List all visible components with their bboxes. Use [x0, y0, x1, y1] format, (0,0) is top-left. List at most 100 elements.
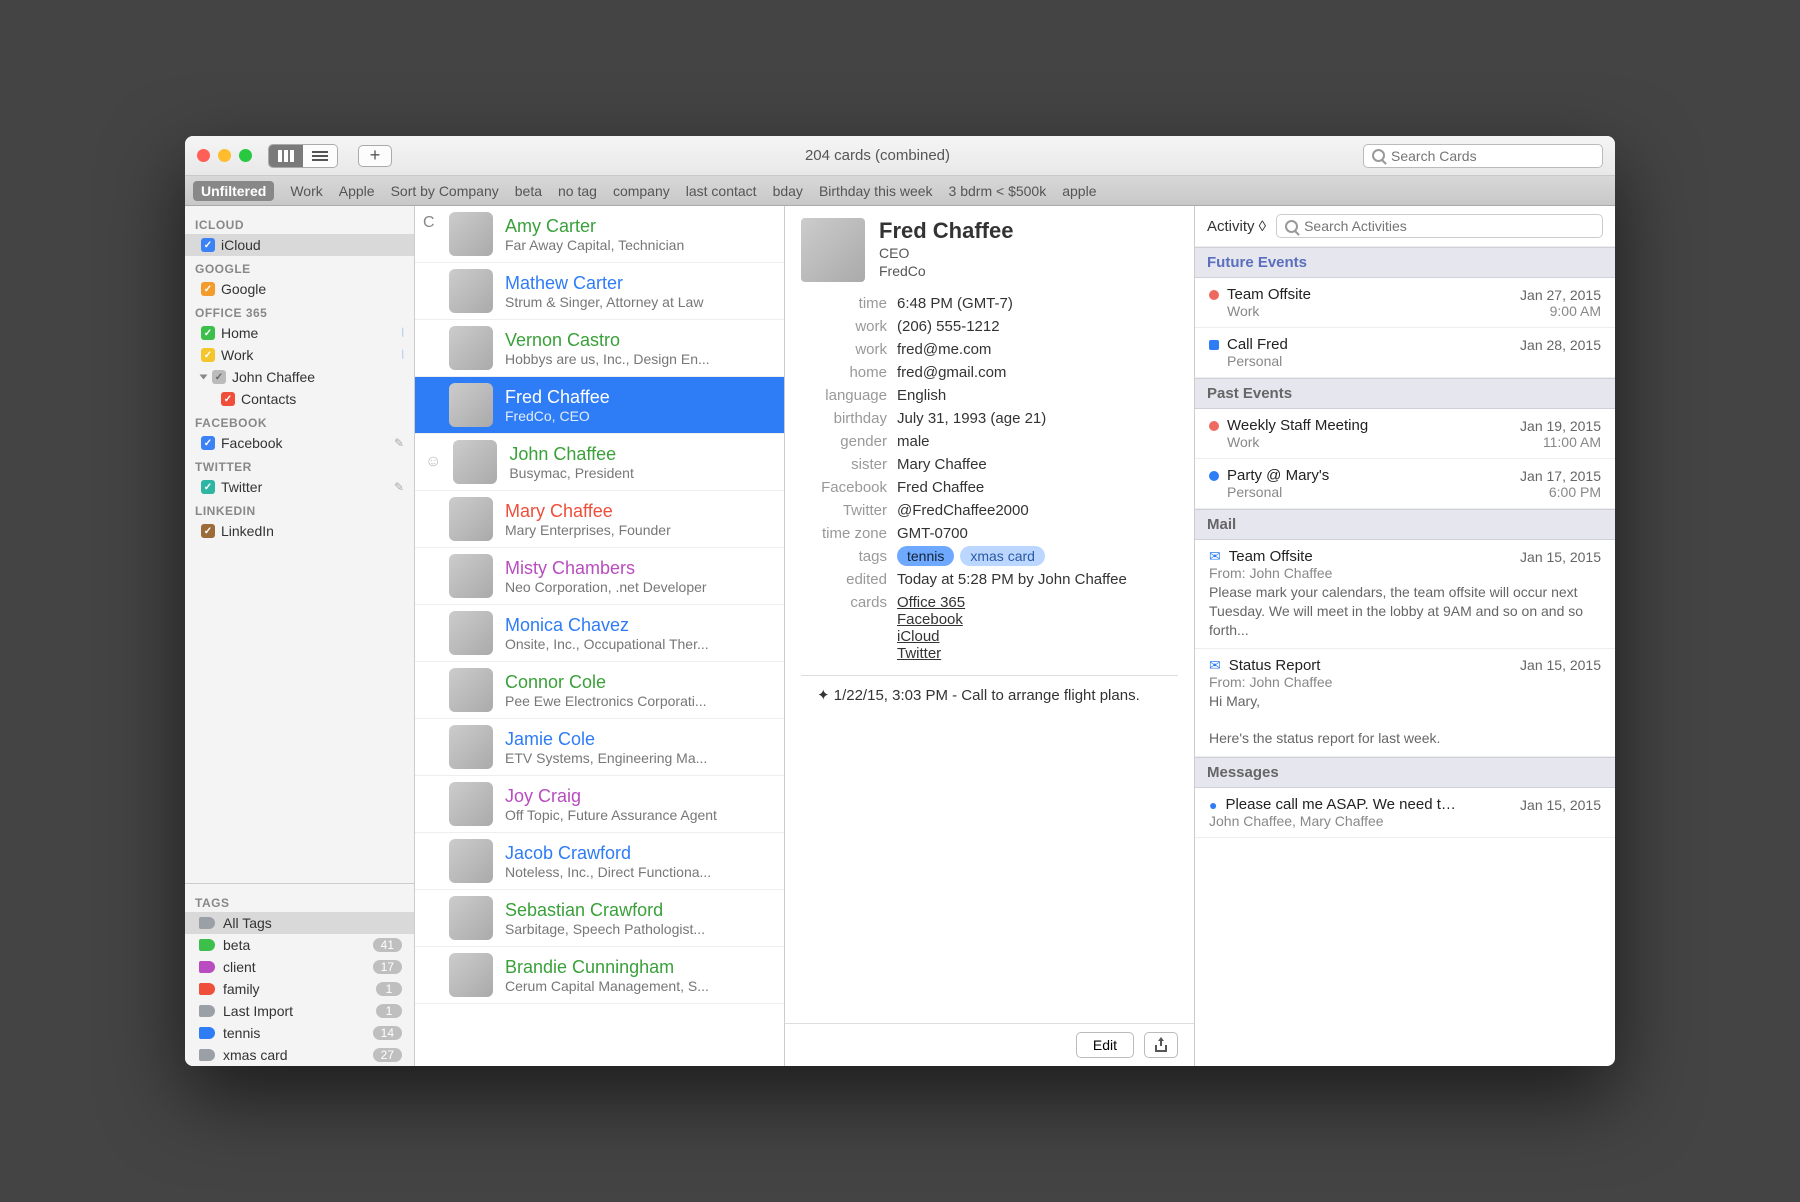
columns-view-button[interactable] — [269, 145, 303, 167]
contact-row[interactable]: Misty ChambersNeo Corporation, .net Deve… — [415, 548, 784, 605]
checkbox-icon[interactable] — [221, 392, 235, 406]
zoom-icon[interactable] — [239, 149, 252, 162]
card-link[interactable]: Twitter — [897, 645, 941, 662]
tag-xmas-card[interactable]: xmas card27 — [185, 1044, 414, 1066]
filter-sort-by-company[interactable]: Sort by Company — [391, 183, 499, 199]
field-label: edited — [801, 571, 897, 588]
tag-beta[interactable]: beta41 — [185, 934, 414, 956]
sidebar-item-facebook[interactable]: Facebook✎ — [185, 432, 414, 454]
activity-item[interactable]: ✉Status ReportJan 15, 2015From: John Cha… — [1195, 649, 1615, 758]
contact-row[interactable]: Brandie CunninghamCerum Capital Manageme… — [415, 947, 784, 1004]
contact-row[interactable]: Fred ChaffeeFredCo, CEO — [415, 377, 784, 434]
sidebar-item-john-chaffee[interactable]: John Chaffee — [185, 366, 414, 388]
filter-unfiltered[interactable]: Unfiltered — [193, 181, 274, 201]
filter-last-contact[interactable]: last contact — [686, 183, 757, 199]
filter-work[interactable]: Work — [290, 183, 322, 199]
field-label: time — [801, 295, 897, 312]
contact-row[interactable]: Amy CarterFar Away Capital, Technician — [415, 206, 784, 263]
activity-date: Jan 17, 2015 — [1520, 468, 1601, 484]
sidebar-item-google[interactable]: Google — [185, 278, 414, 300]
search-activities-input[interactable] — [1304, 218, 1594, 234]
view-toggle — [268, 144, 338, 168]
contact-row[interactable]: Sebastian CrawfordSarbitage, Speech Path… — [415, 890, 784, 947]
tag-client[interactable]: client17 — [185, 956, 414, 978]
tag-family[interactable]: family1 — [185, 978, 414, 1000]
edit-icon[interactable]: ✎ — [394, 480, 404, 494]
activity-time: 9:00 AM — [1550, 303, 1601, 319]
activity-item[interactable]: ✉Team OffsiteJan 15, 2015From: John Chaf… — [1195, 540, 1615, 649]
sidebar-item-label: Home — [221, 325, 395, 341]
field-value: GMT-0700 — [897, 525, 968, 542]
contact-row[interactable]: ☺John ChaffeeBusymac, President — [415, 434, 784, 491]
checkbox-icon[interactable] — [201, 480, 215, 494]
sidebar-item-contacts[interactable]: Contacts — [185, 388, 414, 410]
contact-list[interactable]: C Amy CarterFar Away Capital, Technician… — [415, 206, 785, 1066]
search-cards[interactable] — [1363, 144, 1603, 168]
checkbox-icon[interactable] — [201, 436, 215, 450]
minimize-icon[interactable] — [218, 149, 231, 162]
sidebar-item-twitter[interactable]: Twitter✎ — [185, 476, 414, 498]
contact-row[interactable]: Jamie ColeETV Systems, Engineering Ma... — [415, 719, 784, 776]
avatar — [449, 896, 493, 940]
list-view-button[interactable] — [303, 145, 337, 167]
tag-all-tags[interactable]: All Tags — [185, 912, 414, 934]
activity-item[interactable]: Weekly Staff MeetingJan 19, 2015Work11:0… — [1195, 409, 1615, 459]
activity-section-header: Future Events — [1195, 247, 1615, 278]
contact-row[interactable]: Monica ChavezOnsite, Inc., Occupational … — [415, 605, 784, 662]
sidebar-item-icloud[interactable]: iCloud — [185, 234, 414, 256]
activity-item[interactable]: Team OffsiteJan 27, 2015Work9:00 AM — [1195, 278, 1615, 328]
tag-last-import[interactable]: Last Import1 — [185, 1000, 414, 1022]
share-button[interactable] — [1144, 1032, 1178, 1058]
contact-row[interactable]: Vernon CastroHobbys are us, Inc., Design… — [415, 320, 784, 377]
contact-subtitle: Far Away Capital, Technician — [505, 237, 774, 253]
activity-item[interactable]: ●Please call me ASAP. We need t…Jan 15, … — [1195, 788, 1615, 838]
activity-time: 6:00 PM — [1549, 484, 1601, 500]
filter-no-tag[interactable]: no tag — [558, 183, 597, 199]
search-activities[interactable] — [1276, 214, 1603, 238]
close-icon[interactable] — [197, 149, 210, 162]
add-button[interactable]: + — [358, 145, 392, 167]
sidebar-item-linkedin[interactable]: LinkedIn — [185, 520, 414, 542]
card-link[interactable]: Facebook — [897, 611, 963, 628]
contact-subtitle: Hobbys are us, Inc., Design En... — [505, 351, 774, 367]
checkbox-icon[interactable] — [201, 282, 215, 296]
edit-button[interactable]: Edit — [1076, 1032, 1134, 1058]
contact-row[interactable]: Connor ColePee Ewe Electronics Corporati… — [415, 662, 784, 719]
activity-title: Status Report — [1229, 657, 1512, 674]
tag-icon — [199, 917, 215, 929]
disclosure-icon[interactable] — [200, 375, 208, 380]
filter-3-bdrm-500k[interactable]: 3 bdrm < $500k — [949, 183, 1047, 199]
checkbox-icon[interactable] — [201, 326, 215, 340]
search-cards-input[interactable] — [1391, 148, 1594, 164]
contact-row[interactable]: Mary ChaffeeMary Enterprises, Founder — [415, 491, 784, 548]
filter-company[interactable]: company — [613, 183, 670, 199]
activity-item[interactable]: Party @ Mary'sJan 17, 2015Personal6:00 P… — [1195, 459, 1615, 509]
tag-count: 41 — [373, 938, 402, 952]
avatar — [449, 326, 493, 370]
edit-icon[interactable]: ✎ — [394, 436, 404, 450]
filter-apple[interactable]: Apple — [339, 183, 375, 199]
filter-beta[interactable]: beta — [515, 183, 542, 199]
contact-row[interactable]: Mathew CarterStrum & Singer, Attorney at… — [415, 263, 784, 320]
checkbox-icon[interactable] — [201, 524, 215, 538]
tag-chip[interactable]: xmas card — [960, 546, 1045, 566]
checkbox-icon[interactable] — [201, 348, 215, 362]
filter-bday[interactable]: bday — [773, 183, 803, 199]
card-link[interactable]: iCloud — [897, 628, 940, 645]
checkbox-icon[interactable] — [201, 238, 215, 252]
contact-subtitle: ETV Systems, Engineering Ma... — [505, 750, 774, 766]
tag-label: family — [223, 981, 368, 997]
filter-apple[interactable]: apple — [1062, 183, 1096, 199]
checkbox-icon[interactable] — [212, 370, 226, 384]
sidebar-item-work[interactable]: Work⦚ — [185, 344, 414, 366]
sidebar-item-home[interactable]: Home⦚ — [185, 322, 414, 344]
contact-row[interactable]: Joy CraigOff Topic, Future Assurance Age… — [415, 776, 784, 833]
tag-tennis[interactable]: tennis14 — [185, 1022, 414, 1044]
activity-item[interactable]: Call FredJan 28, 2015Personal — [1195, 328, 1615, 378]
tag-chip[interactable]: tennis — [897, 546, 954, 566]
contact-row[interactable]: Jacob CrawfordNoteless, Inc., Direct Fun… — [415, 833, 784, 890]
activity-sort[interactable]: Activity ◊ — [1207, 218, 1266, 235]
card-link[interactable]: Office 365 — [897, 594, 965, 611]
filter-birthday-this-week[interactable]: Birthday this week — [819, 183, 933, 199]
field-value: Office 365FacebookiCloudTwitter — [897, 594, 965, 662]
